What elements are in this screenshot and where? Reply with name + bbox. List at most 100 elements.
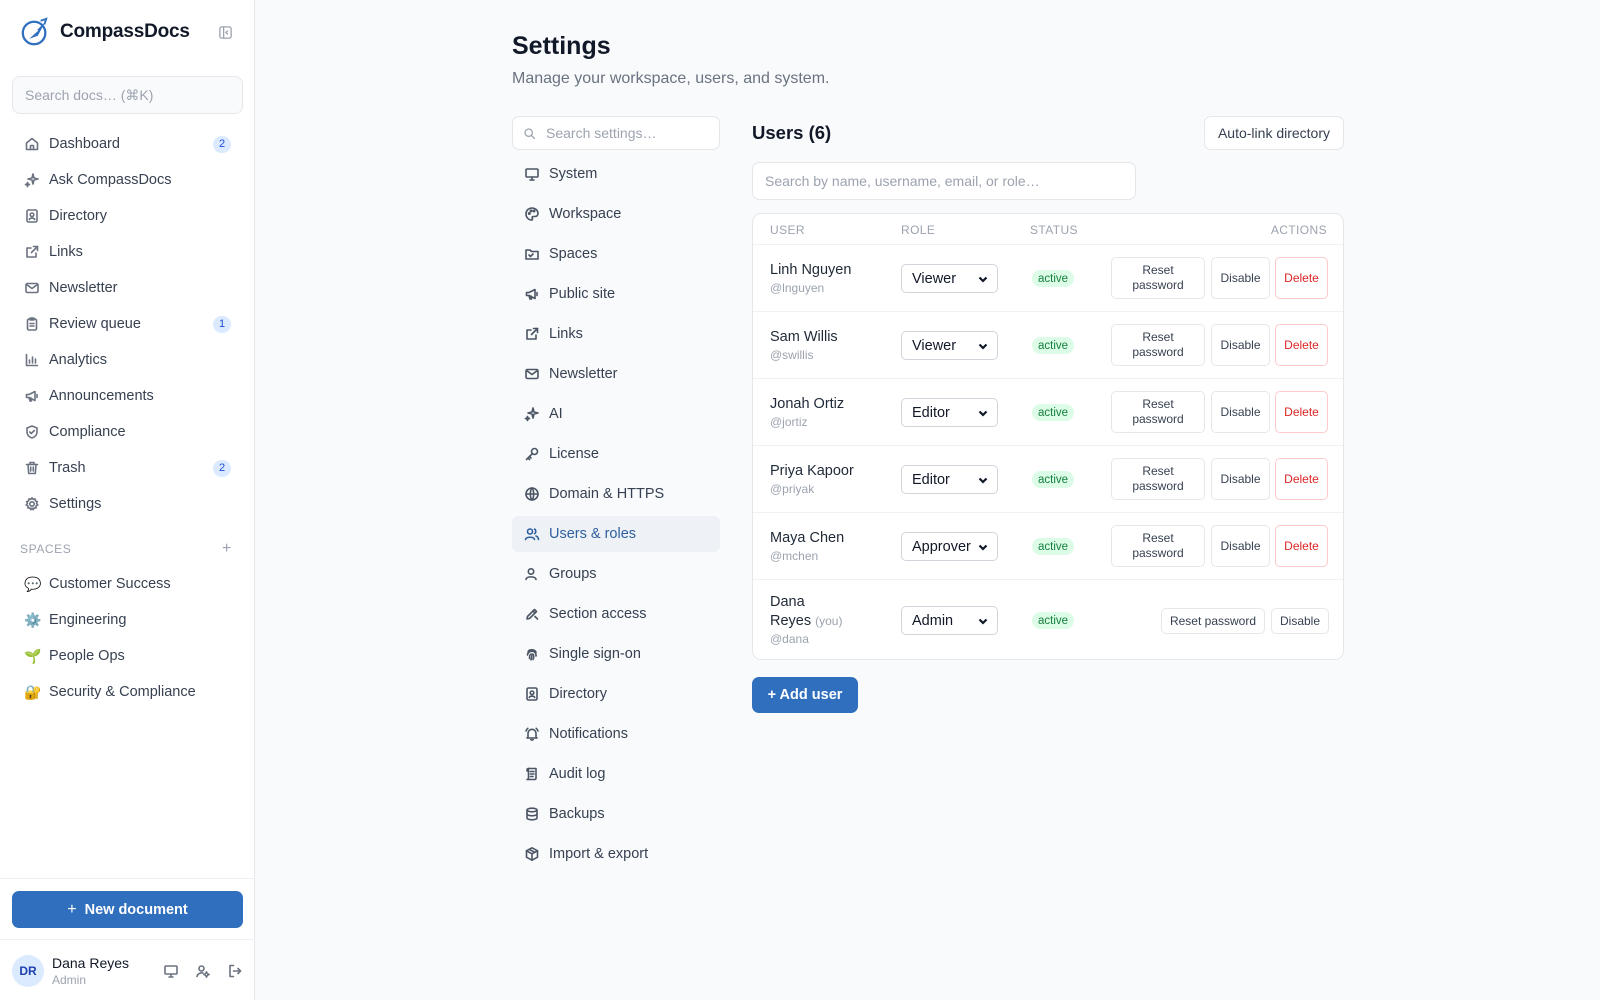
status-badge: active <box>1032 404 1075 421</box>
sidebar-item-trash[interactable]: Trash 2 <box>12 450 243 486</box>
user-actions <box>147 963 243 979</box>
user-settings-icon[interactable] <box>195 963 211 979</box>
sidebar-item-directory[interactable]: Directory <box>12 198 243 234</box>
reset-password-button[interactable]: Reset password <box>1111 525 1205 567</box>
space-label: Security & Compliance <box>49 684 196 700</box>
reset-password-button[interactable]: Reset password <box>1161 608 1265 634</box>
status-badge: active <box>1032 471 1075 488</box>
disable-button[interactable]: Disable <box>1211 525 1270 567</box>
delete-button[interactable]: Delete <box>1275 458 1328 500</box>
settings-item-audit-log[interactable]: Audit log <box>512 756 720 792</box>
shield-check-icon <box>24 424 40 440</box>
space-item-customer-success[interactable]: 💬 Customer Success <box>12 566 243 602</box>
user-cell: Linh Nguyen @lnguyen <box>770 262 851 295</box>
settings-item-label: Section access <box>549 606 647 622</box>
delete-button[interactable]: Delete <box>1275 257 1328 299</box>
sidebar-item-announcements[interactable]: Announcements <box>12 378 243 414</box>
delete-button[interactable]: Delete <box>1275 324 1328 366</box>
settings-nav: System Workspace Spaces Public site Link… <box>512 156 720 876</box>
disable-button[interactable]: Disable <box>1211 324 1270 366</box>
role-select[interactable]: Editor <box>901 398 998 427</box>
settings-item-workspace[interactable]: Workspace <box>512 196 720 232</box>
logout-icon[interactable] <box>227 963 243 979</box>
settings-item-import-export[interactable]: Import & export <box>512 836 720 872</box>
settings-item-system[interactable]: System <box>512 156 720 192</box>
settings-item-backups[interactable]: Backups <box>512 796 720 832</box>
sidebar-item-links[interactable]: Links <box>12 234 243 270</box>
mail-icon <box>524 366 540 382</box>
user-name-line1: Dana <box>770 594 805 610</box>
settings-item-spaces[interactable]: Spaces <box>512 236 720 272</box>
brand[interactable]: CompassDocs <box>20 14 235 50</box>
settings-item-users-roles[interactable]: Users & roles <box>512 516 720 552</box>
status-badge: active <box>1032 270 1075 287</box>
settings-item-groups[interactable]: Groups <box>512 556 720 592</box>
role-select[interactable]: Editor <box>901 465 998 494</box>
sidebar-item-newsletter[interactable]: Newsletter <box>12 270 243 306</box>
delete-button[interactable]: Delete <box>1275 525 1328 567</box>
reset-label-line1: Reset <box>1142 330 1174 344</box>
delete-button[interactable]: Delete <box>1275 391 1328 433</box>
reset-password-button[interactable]: Reset password <box>1111 458 1205 500</box>
settings-item-newsletter[interactable]: Newsletter <box>512 356 720 392</box>
reset-label-line2: password <box>1132 479 1184 493</box>
disable-button[interactable]: Disable <box>1211 391 1270 433</box>
settings-item-label: Workspace <box>549 206 622 222</box>
sidebar-item-settings[interactable]: Settings <box>12 486 243 522</box>
sidebar-search-input[interactable]: Search docs… (⌘K) <box>12 76 243 114</box>
sidebar-item-compliance[interactable]: Compliance <box>12 414 243 450</box>
settings-item-notifications[interactable]: Notifications <box>512 716 720 752</box>
users-icon <box>524 526 540 542</box>
settings-item-public-site[interactable]: Public site <box>512 276 720 312</box>
new-document-button[interactable]: + New document <box>12 891 243 928</box>
divider <box>0 878 255 879</box>
disable-button[interactable]: Disable <box>1271 608 1329 634</box>
settings-item-domain[interactable]: Domain & HTTPS <box>512 476 720 512</box>
monitor-icon[interactable] <box>163 963 179 979</box>
collapse-sidebar-icon[interactable] <box>215 22 235 42</box>
disable-button[interactable]: Disable <box>1211 257 1270 299</box>
settings-item-section-access[interactable]: Section access <box>512 596 720 632</box>
disable-button[interactable]: Disable <box>1211 458 1270 500</box>
reset-password-button[interactable]: Reset password <box>1111 257 1205 299</box>
space-item-security-compliance[interactable]: 🔐 Security & Compliance <box>12 674 243 710</box>
role-select[interactable]: Approver <box>901 532 998 561</box>
sidebar: CompassDocs Search docs… (⌘K) Dashboard … <box>0 0 255 1000</box>
settings-search-input[interactable]: Search settings… <box>512 116 720 150</box>
settings-item-directory[interactable]: Directory <box>512 676 720 712</box>
sidebar-item-dashboard[interactable]: Dashboard 2 <box>12 126 243 162</box>
role-select[interactable]: Admin <box>901 606 998 635</box>
add-user-button[interactable]: + Add user <box>752 677 858 713</box>
scroll-icon <box>524 766 540 782</box>
role-select[interactable]: Viewer <box>901 264 998 293</box>
settings-item-license[interactable]: License <box>512 436 720 472</box>
column-header-status: STATUS <box>1030 223 1078 237</box>
trash-icon <box>24 460 40 476</box>
settings-item-links[interactable]: Links <box>512 316 720 352</box>
user-group-icon <box>524 566 540 582</box>
user-search-input[interactable]: Search by name, username, email, or role… <box>752 162 1136 200</box>
user-search-placeholder: Search by name, username, email, or role… <box>765 173 1040 189</box>
sidebar-item-review-queue[interactable]: Review queue 1 <box>12 306 243 342</box>
reset-password-button[interactable]: Reset password <box>1111 324 1205 366</box>
sidebar-item-analytics[interactable]: Analytics <box>12 342 243 378</box>
auto-link-directory-button[interactable]: Auto-link directory <box>1204 116 1344 150</box>
sidebar-item-label: Directory <box>49 208 108 224</box>
role-value: Admin <box>912 612 954 629</box>
avatar[interactable]: DR <box>12 955 44 987</box>
settings-item-label: Public site <box>549 286 616 302</box>
settings-item-ai[interactable]: AI <box>512 396 720 432</box>
settings-item-label: Notifications <box>549 726 628 742</box>
chevron-down-icon <box>977 273 989 285</box>
user-name: Sam Willis <box>770 329 838 345</box>
space-item-engineering[interactable]: ⚙️ Engineering <box>12 602 243 638</box>
add-space-button[interactable]: + <box>219 540 235 558</box>
space-item-people-ops[interactable]: 🌱 People Ops <box>12 638 243 674</box>
role-select[interactable]: Viewer <box>901 331 998 360</box>
settings-item-sso[interactable]: Single sign-on <box>512 636 720 672</box>
role-value: Viewer <box>912 337 957 354</box>
spaces-header: SPACES + <box>20 540 235 558</box>
sidebar-item-label: Announcements <box>49 388 154 404</box>
sidebar-item-ask[interactable]: Ask CompassDocs <box>12 162 243 198</box>
reset-password-button[interactable]: Reset password <box>1111 391 1205 433</box>
